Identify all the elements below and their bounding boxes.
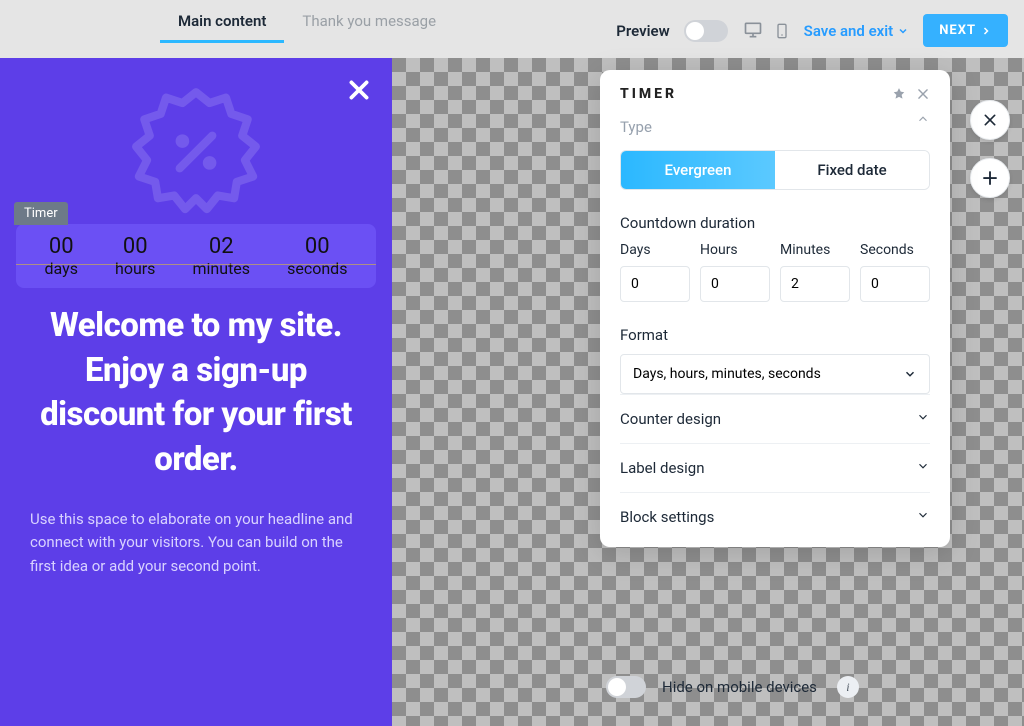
timer-block-tag: Timer xyxy=(14,202,68,225)
minutes-label: Minutes xyxy=(780,242,850,258)
duration-col-minutes: Minutes xyxy=(780,242,850,302)
save-and-exit-link[interactable]: Save and exit xyxy=(804,22,910,40)
format-label: Format xyxy=(620,326,930,344)
chevron-right-icon xyxy=(980,25,992,37)
type-section-header[interactable]: Type xyxy=(620,102,930,136)
timer-block[interactable]: Timer 00 days 00 hours 02 minutes xyxy=(16,224,376,288)
timer-days-label: days xyxy=(45,259,78,278)
timer-type-segmented: Evergreen Fixed date xyxy=(620,150,930,190)
chevron-down-icon xyxy=(916,508,930,522)
close-icon[interactable] xyxy=(346,72,372,112)
timer-cell-hours: 00 hours xyxy=(115,234,155,278)
timer-hours-value: 00 xyxy=(115,234,155,259)
close-panel-button[interactable] xyxy=(970,100,1010,140)
chevron-down-icon xyxy=(916,410,930,424)
timer-row: 00 days 00 hours 02 minutes 00 seconds xyxy=(16,230,376,282)
hours-label: Hours xyxy=(700,242,770,258)
duration-inputs: Days Hours Minutes Seconds xyxy=(620,242,930,302)
add-block-button[interactable] xyxy=(970,158,1010,198)
timer-hours-label: hours xyxy=(115,259,155,278)
close-icon[interactable] xyxy=(916,87,930,101)
next-label: NEXT xyxy=(939,23,976,38)
duration-col-seconds: Seconds xyxy=(860,242,930,302)
timer-minutes-value: 02 xyxy=(192,234,250,259)
timer-seconds-value: 00 xyxy=(287,234,347,259)
block-settings-label: Block settings xyxy=(620,508,714,526)
format-value: Days, hours, minutes, seconds xyxy=(633,366,821,382)
panel-header: TIMER xyxy=(620,86,930,102)
days-label: Days xyxy=(620,242,690,258)
duration-col-hours: Hours xyxy=(700,242,770,302)
seconds-input[interactable] xyxy=(860,266,930,302)
tab-main-content[interactable]: Main content xyxy=(160,0,284,43)
panel-controls xyxy=(892,87,930,101)
top-bar: Main content Thank you message Preview S… xyxy=(0,0,1024,58)
pin-icon[interactable] xyxy=(892,87,906,101)
popup-preview: Timer 00 days 00 hours 02 minutes xyxy=(0,58,392,726)
chevron-down-icon xyxy=(897,25,909,37)
seg-evergreen[interactable]: Evergreen xyxy=(621,151,775,189)
countdown-duration-label: Countdown duration xyxy=(620,214,930,232)
label-design-label: Label design xyxy=(620,459,705,477)
plus-icon xyxy=(981,169,999,187)
format-select[interactable]: Days, hours, minutes, seconds xyxy=(620,354,930,394)
save-exit-label: Save and exit xyxy=(804,22,894,40)
editor-canvas: Timer 00 days 00 hours 02 minutes xyxy=(0,58,1024,726)
device-icons xyxy=(742,20,790,42)
discount-badge-icon xyxy=(128,84,264,220)
popup-body[interactable]: Use this space to elaborate on your head… xyxy=(30,508,362,578)
accordion-label-design[interactable]: Label design xyxy=(620,443,930,492)
days-input[interactable] xyxy=(620,266,690,302)
timer-cell-seconds: 00 seconds xyxy=(287,234,347,278)
preview-toggle[interactable] xyxy=(684,20,728,42)
timer-seconds-label: seconds xyxy=(287,259,347,278)
hours-input[interactable] xyxy=(700,266,770,302)
timer-minutes-label: minutes xyxy=(192,259,250,278)
timer-cell-minutes: 02 minutes xyxy=(192,234,250,278)
timer-settings-panel: TIMER Type Evergreen Fixed date Countdow… xyxy=(600,70,950,547)
accordion-counter-design[interactable]: Counter design xyxy=(620,394,930,443)
panel-title: TIMER xyxy=(620,86,677,102)
popup-headline[interactable]: Welcome to my site. Enjoy a sign-up disc… xyxy=(30,304,362,482)
chevron-up-icon xyxy=(916,112,930,126)
counter-design-label: Counter design xyxy=(620,410,721,428)
chevron-down-icon xyxy=(903,367,917,381)
desktop-icon[interactable] xyxy=(742,20,764,40)
accordion-block-settings[interactable]: Block settings xyxy=(620,492,930,541)
seconds-label: Seconds xyxy=(860,242,930,258)
topbar-right: Preview Save and exit NEXT xyxy=(616,0,1024,47)
type-label: Type xyxy=(620,118,652,136)
timer-cell-days: 00 days xyxy=(45,234,78,278)
tab-thank-you[interactable]: Thank you message xyxy=(284,0,454,43)
content-tabs: Main content Thank you message xyxy=(160,0,454,43)
workspace: Timer 00 days 00 hours 02 minutes xyxy=(0,58,1024,726)
seg-fixed-date[interactable]: Fixed date xyxy=(775,151,929,189)
minutes-input[interactable] xyxy=(780,266,850,302)
preview-label: Preview xyxy=(616,22,669,40)
x-icon xyxy=(982,112,998,128)
next-button[interactable]: NEXT xyxy=(923,14,1008,47)
duration-col-days: Days xyxy=(620,242,690,302)
timer-days-value: 00 xyxy=(45,234,78,259)
mobile-icon[interactable] xyxy=(774,20,790,42)
chevron-down-icon xyxy=(916,459,930,473)
